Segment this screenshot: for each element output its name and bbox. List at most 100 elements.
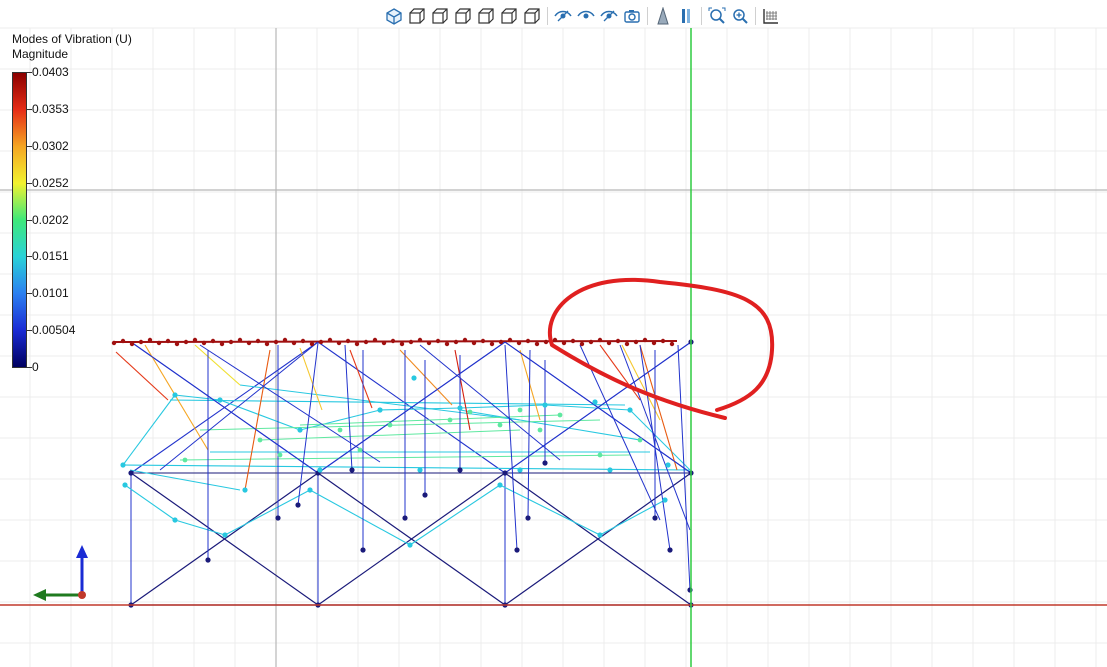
- frame-node: [667, 547, 673, 553]
- iso-view-button[interactable]: [383, 5, 405, 27]
- right-view-button[interactable]: [475, 5, 497, 27]
- frame-node: [354, 341, 360, 347]
- frame-member: [639, 344, 678, 471]
- frame-node: [525, 338, 531, 344]
- legend-subtitle-text: Magnitude: [12, 47, 69, 61]
- legend-label: 0: [32, 360, 39, 374]
- frame-node: [502, 470, 508, 476]
- triad-icon: [33, 545, 88, 601]
- frame-node: [552, 337, 558, 343]
- frame-node: [557, 412, 563, 418]
- frame-node: [172, 392, 178, 398]
- section-plane-icon: [682, 9, 690, 23]
- bottom-view-icon: [524, 8, 540, 24]
- iso-view-icon: [386, 8, 402, 25]
- frame-node: [120, 462, 126, 468]
- back-view-button[interactable]: [429, 5, 451, 27]
- frame-node: [399, 341, 405, 347]
- front-view-button[interactable]: [406, 5, 428, 27]
- frame-node: [537, 427, 543, 433]
- legend-label: 0.00504: [32, 323, 76, 338]
- frame-node: [228, 339, 234, 345]
- frame-node: [309, 341, 315, 347]
- frame-node: [360, 547, 366, 553]
- eye-toggle-button[interactable]: [598, 5, 620, 27]
- frame-node: [210, 338, 216, 344]
- frame-node: [297, 427, 303, 433]
- frame-node: [295, 502, 301, 508]
- frame-node: [453, 339, 459, 345]
- frame-node: [627, 407, 633, 413]
- frame-node: [662, 497, 668, 503]
- top-view-button[interactable]: [498, 5, 520, 27]
- back-view-icon: [432, 8, 448, 24]
- frame-member: [454, 349, 471, 431]
- frame-member: [459, 404, 546, 409]
- camera-snapshot-button[interactable]: [621, 5, 643, 27]
- frame-node: [570, 338, 576, 344]
- frame-node: [561, 340, 567, 346]
- legend-label: 0.0353: [32, 101, 69, 116]
- frame-node: [542, 460, 548, 466]
- eye-hide-button[interactable]: [575, 5, 597, 27]
- view-toolbar: [383, 5, 782, 27]
- frame-member: [124, 484, 176, 521]
- frame-node: [514, 547, 520, 553]
- zoom-in-button[interactable]: [729, 5, 751, 27]
- front-view-icon: [409, 8, 425, 24]
- frame-member: [122, 394, 176, 466]
- grid-toggle-button[interactable]: [760, 5, 782, 27]
- eye-show-button[interactable]: [552, 5, 574, 27]
- transparency-button[interactable]: [652, 5, 674, 27]
- frame-node: [588, 339, 594, 345]
- frame-node: [447, 417, 453, 423]
- right-view-icon: [478, 8, 494, 24]
- frame-node: [390, 338, 396, 344]
- frame-node: [336, 340, 342, 346]
- eye-show-icon: [554, 10, 572, 22]
- frame-node: [377, 407, 383, 413]
- frame-node: [300, 338, 306, 344]
- frame-member: [199, 344, 381, 463]
- bottom-view-button[interactable]: [521, 5, 543, 27]
- frame-member: [194, 344, 241, 386]
- frame-node: [318, 339, 324, 345]
- frame-node: [138, 339, 144, 345]
- frame-node: [183, 339, 189, 345]
- frame-member: [544, 404, 631, 411]
- frame-node: [660, 338, 666, 344]
- frame-node: [242, 487, 248, 493]
- frame-node: [516, 340, 522, 346]
- legend-label: 0.0403: [32, 65, 69, 79]
- section-plane-button[interactable]: [675, 5, 697, 27]
- frame-members: [113, 340, 692, 606]
- legend-color-bar: [12, 72, 27, 368]
- frame-node: [422, 492, 428, 498]
- frame-node: [467, 409, 473, 415]
- frame-node: [237, 337, 243, 343]
- model-viewport[interactable]: [0, 0, 1107, 667]
- frame-node: [597, 532, 603, 538]
- frame-node: [307, 487, 313, 493]
- frame-node: [637, 437, 643, 443]
- frame-member: [379, 407, 461, 411]
- frame-node: [651, 340, 657, 346]
- frame-node: [337, 427, 343, 433]
- zoom-fit-button[interactable]: [706, 5, 728, 27]
- frame-node: [669, 341, 675, 347]
- frame-node: [275, 515, 281, 521]
- frame-node: [489, 341, 495, 347]
- legend-title: Modes of Vibration (U) Magnitude: [12, 32, 132, 62]
- frame-node: [642, 337, 648, 343]
- frame-node: [255, 338, 261, 344]
- frame-node: [317, 467, 323, 473]
- frame-node: [497, 422, 503, 428]
- left-view-icon: [455, 8, 471, 24]
- left-view-button[interactable]: [452, 5, 474, 27]
- frame-node: [633, 339, 639, 345]
- frame-node: [407, 542, 413, 548]
- frame-node: [201, 340, 207, 346]
- top-view-icon: [501, 8, 517, 24]
- frame-node: [122, 482, 128, 488]
- frame-node: [417, 467, 423, 473]
